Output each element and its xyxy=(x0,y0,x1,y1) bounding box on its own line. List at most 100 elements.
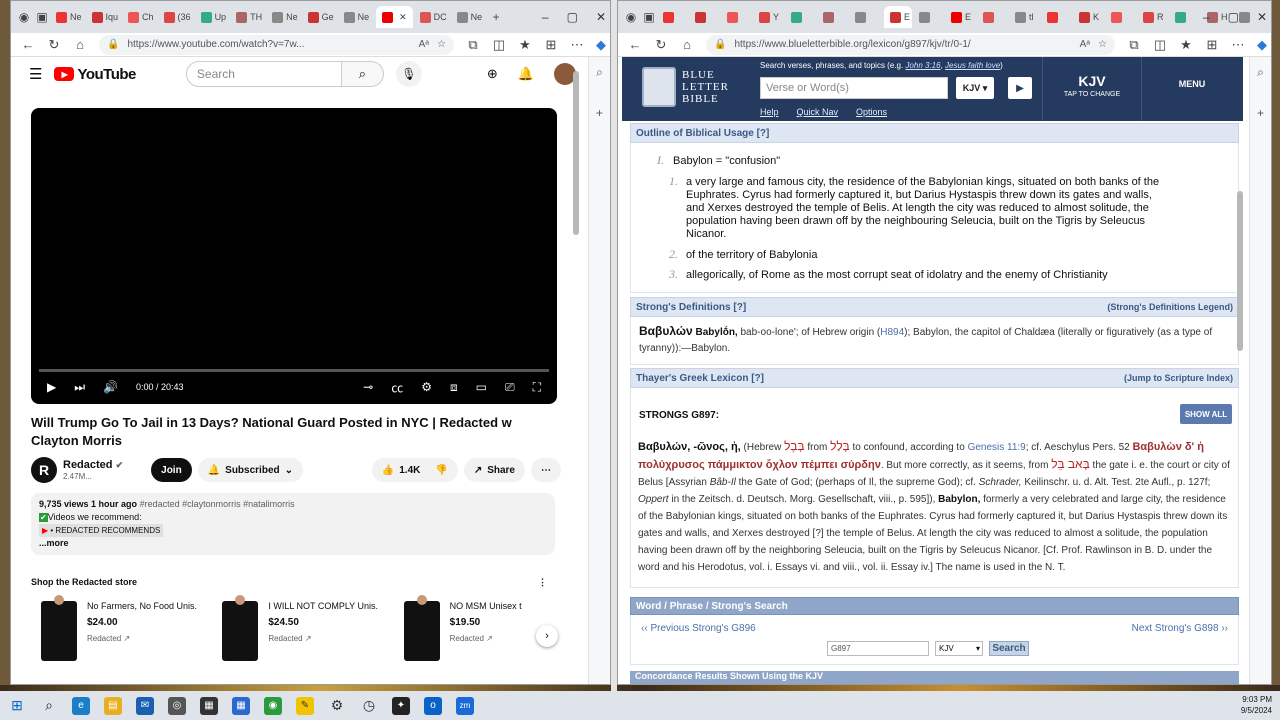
description-box[interactable]: 9,735 views 1 hour ago #redacted #clayto… xyxy=(31,493,555,555)
calculator-icon[interactable]: ▦ xyxy=(200,696,218,715)
minimize-button[interactable]: – xyxy=(1203,10,1210,24)
favorite-icon[interactable]: ☆ xyxy=(1098,39,1107,50)
mic-icon[interactable]: 🎙 xyxy=(395,61,422,87)
sd-title[interactable]: Strong's Definitions [?] xyxy=(636,302,746,313)
profile-icon[interactable]: ◉ xyxy=(17,10,31,24)
product-card[interactable]: I WILL NOT COMPLY Unis... $24.50 Redacted … xyxy=(222,595,379,661)
read-aloud-icon[interactable]: Aᵃ xyxy=(1080,39,1090,50)
search-icon[interactable]: ⌕ xyxy=(596,65,603,80)
version-toggle[interactable]: KJV TAP TO CHANGE xyxy=(1042,57,1142,121)
tab-actions-icon[interactable]: ▣ xyxy=(35,10,49,24)
product-card[interactable]: No Farmers, No Food Unis... $24.00 Redacte… xyxy=(41,595,198,661)
hashtags[interactable]: #redacted #claytonmorris #natalimorris xyxy=(140,499,295,509)
next-strongs-link[interactable]: Next Strong's G898 ›› xyxy=(1132,623,1228,634)
refresh-icon[interactable]: ↻ xyxy=(47,37,61,53)
browser-tab[interactable]: ✕ xyxy=(376,6,413,28)
show-more-link[interactable]: ...more xyxy=(39,537,547,550)
add-icon[interactable]: + xyxy=(1257,106,1264,120)
browser-tab[interactable]: Ch xyxy=(125,6,157,28)
next-products-button[interactable]: › xyxy=(536,625,558,647)
browser-tab[interactable]: Y xyxy=(756,6,784,28)
mail-icon[interactable]: ✉ xyxy=(136,696,154,715)
cast-icon[interactable]: ⎚ xyxy=(505,380,515,395)
edge-icon[interactable]: e xyxy=(72,696,90,715)
favorites-icon[interactable]: ★ xyxy=(518,37,532,53)
windows-start-icon[interactable]: ⊞ xyxy=(8,697,26,715)
h894-link[interactable]: H894 xyxy=(880,327,904,338)
browser-tab[interactable]: R xyxy=(1140,6,1168,28)
like-button[interactable]: 👍 1.4K 👎 xyxy=(371,458,458,482)
example-link[interactable]: John 3:16 xyxy=(905,61,940,70)
favorite-icon[interactable]: ☆ xyxy=(437,39,446,50)
home-icon[interactable]: ⌂ xyxy=(680,37,694,52)
system-clock[interactable]: 9:03 PM 9/5/2024 xyxy=(1241,694,1272,716)
browser-tab[interactable] xyxy=(916,6,944,28)
browser-tab[interactable]: Ge xyxy=(305,6,337,28)
search-go-button[interactable]: ▶ xyxy=(1008,77,1032,99)
tab-actions-icon[interactable]: ▣ xyxy=(642,10,656,24)
menu-icon[interactable]: ☰ xyxy=(29,65,42,83)
jump-scripture-link[interactable]: (Jump to Scripture Index) xyxy=(1124,373,1233,383)
browser-tab[interactable] xyxy=(980,6,1008,28)
browser-tab[interactable] xyxy=(1268,6,1271,28)
calendar-icon[interactable]: ▦ xyxy=(232,696,250,715)
browser-tab[interactable] xyxy=(852,6,880,28)
app-icon[interactable]: ✦ xyxy=(392,696,410,715)
recommend-chip[interactable]: ▶ • REDACTED RECOMMENDS xyxy=(39,524,164,537)
settings-icon[interactable]: ⚙ xyxy=(421,380,432,394)
subscribed-button[interactable]: 🔔 Subscribed ⌄ xyxy=(197,458,304,482)
back-icon[interactable]: ← xyxy=(21,37,35,52)
thayer-title[interactable]: Thayer's Greek Lexicon [?] xyxy=(636,373,764,384)
collections-icon[interactable]: ⊞ xyxy=(1205,37,1219,53)
captions-icon[interactable]: ㏄ xyxy=(391,379,403,396)
browser-tab[interactable] xyxy=(1044,6,1072,28)
volume-icon[interactable]: 🔊 xyxy=(103,380,118,394)
autoplay-toggle-icon[interactable]: ⊸ xyxy=(363,380,373,394)
close-tab-icon[interactable]: ✕ xyxy=(399,12,407,23)
more-icon[interactable]: ⋯ xyxy=(570,37,584,53)
copilot-icon[interactable]: ◆ xyxy=(1257,37,1271,53)
strongs-search-button[interactable]: Search xyxy=(989,641,1029,656)
play-icon[interactable]: ▶ xyxy=(47,380,56,394)
show-all-button[interactable]: SHOW ALL xyxy=(1180,404,1232,424)
search-icon[interactable]: ⌕ xyxy=(40,697,58,715)
notes-icon[interactable]: ✎ xyxy=(296,696,314,715)
strongs-version-select[interactable]: KJV ▾ xyxy=(935,641,983,656)
search-input[interactable]: Search xyxy=(185,61,342,87)
create-icon[interactable]: ⊕ xyxy=(487,66,498,82)
add-icon[interactable]: + xyxy=(596,106,603,120)
browser-tab[interactable]: Ne xyxy=(454,6,486,28)
browser-tab[interactable]: Up xyxy=(198,6,230,28)
close-window-button[interactable]: ✕ xyxy=(1257,10,1267,24)
version-select[interactable]: KJV ▾ xyxy=(956,77,994,99)
browser-tab[interactable]: Ne xyxy=(269,6,301,28)
refresh-icon[interactable]: ↻ xyxy=(654,37,668,53)
search-icon[interactable]: ⌕ xyxy=(1257,65,1264,80)
browser-tab[interactable]: DC xyxy=(417,6,450,28)
maximize-button[interactable]: ▢ xyxy=(1228,10,1239,24)
home-icon[interactable]: ⌂ xyxy=(73,37,87,52)
maximize-button[interactable]: ▢ xyxy=(567,10,578,24)
profile-icon[interactable]: ◉ xyxy=(624,10,638,24)
read-aloud-icon[interactable]: Aᵃ xyxy=(419,39,429,50)
browser-tab[interactable]: K xyxy=(1076,6,1104,28)
video-player[interactable]: ▶ ⏭ 🔊 0:00 / 20:43 ⊸ ㏄ ⚙ ⧈ ▭ ⎚ ⛶ xyxy=(31,108,557,404)
browser-tab[interactable] xyxy=(692,6,720,28)
channel-avatar[interactable]: R xyxy=(31,457,57,483)
sd-legend-link[interactable]: (Strong's Definitions Legend) xyxy=(1107,302,1233,312)
quick-nav-link[interactable]: Quick Nav xyxy=(797,107,839,117)
theater-icon[interactable]: ▭ xyxy=(476,380,487,394)
menu-button[interactable]: MENU xyxy=(1162,79,1222,89)
browser-tab[interactable]: Iqu xyxy=(89,6,122,28)
genesis-link[interactable]: Genesis 11:9 xyxy=(968,442,1026,453)
clock-app-icon[interactable]: ◷ xyxy=(360,697,378,715)
back-icon[interactable]: ← xyxy=(628,37,642,52)
browser-tab[interactable] xyxy=(724,6,752,28)
camera-icon[interactable]: ◎ xyxy=(168,696,186,715)
channel-name[interactable]: Redacted xyxy=(63,459,113,471)
shop-more-icon[interactable]: ⋮ xyxy=(538,577,547,588)
miniplayer-icon[interactable]: ⧈ xyxy=(450,380,458,395)
strongs-search-input[interactable]: G897 xyxy=(827,641,929,656)
browser-tab[interactable]: TH xyxy=(233,6,265,28)
settings-icon[interactable]: ⚙ xyxy=(328,697,346,715)
